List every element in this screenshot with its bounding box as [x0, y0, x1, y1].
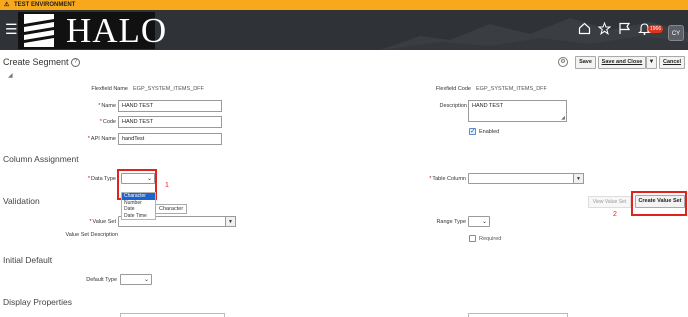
logo-text: HALO: [66, 11, 168, 50]
column-assignment-heading: Column Assignment: [3, 154, 79, 164]
required-marker: *: [87, 136, 90, 142]
data-type-options-list: Character Number Date Date Time: [121, 192, 156, 220]
environment-banner: ⚠ TEST ENVIRONMENT: [0, 0, 688, 10]
table-column-select[interactable]: ▼: [468, 173, 584, 184]
flexfield-name-value: EGP_SYSTEM_ITEMS_DFF: [133, 86, 204, 92]
save-and-close-button[interactable]: Save and Close: [598, 56, 646, 69]
code-label: *Code: [80, 119, 116, 125]
required-checkbox[interactable]: [469, 235, 476, 242]
table-column-label: *Table Column: [420, 176, 466, 182]
home-icon[interactable]: [578, 22, 591, 35]
save-button[interactable]: Save: [575, 56, 596, 69]
required-label: Required: [479, 236, 502, 242]
api-name-label-text: API Name: [90, 136, 116, 142]
option-tooltip: Character: [155, 204, 188, 214]
initial-default-heading: Initial Default: [3, 255, 53, 265]
display-properties-heading: Display Properties: [3, 297, 72, 307]
environment-banner-text: TEST ENVIRONMENT: [14, 2, 76, 8]
code-label-text: Code: [102, 119, 116, 125]
chevron-down-icon: ⌄: [143, 277, 149, 283]
default-type-select[interactable]: ⌄: [120, 274, 152, 285]
dropdown-arrow-icon[interactable]: ▼: [573, 173, 584, 184]
annotation-marker-2: 2: [613, 211, 617, 218]
cancel-label: Cancel: [662, 59, 682, 65]
enabled-label: Enabled: [479, 129, 500, 135]
cutoff-field-left: [120, 313, 225, 317]
page-title: Create Segment: [3, 57, 69, 67]
user-avatar[interactable]: CY: [668, 25, 684, 41]
description-text: HAND TEST: [472, 103, 504, 109]
data-type-label: *Data Type: [70, 176, 116, 182]
data-type-option-date-time[interactable]: Date Time: [122, 213, 155, 220]
dropdown-arrow-icon[interactable]: ▼: [225, 216, 236, 227]
description-textarea[interactable]: HAND TEST ◢: [468, 100, 567, 122]
table-column-label-text: Table Column: [432, 176, 466, 182]
collapse-triangle-icon[interactable]: ◢: [8, 72, 13, 79]
name-label-text: Name: [101, 103, 116, 109]
required-marker: *: [87, 176, 91, 182]
warning-icon: ⚠: [4, 2, 10, 8]
name-input[interactable]: HAND TEST: [118, 100, 222, 112]
chevron-down-icon: ⌄: [481, 219, 487, 225]
required-marker: *: [99, 119, 102, 125]
star-icon[interactable]: [598, 22, 611, 35]
global-header: ☰ HALO 1966 CY: [0, 10, 688, 50]
flexfield-code-label: Flexfield Code: [435, 86, 471, 92]
data-type-label-text: Data Type: [91, 176, 116, 182]
value-set-label: *Value Set: [70, 219, 116, 225]
halo-logo[interactable]: HALO: [18, 12, 166, 49]
range-type-label: Range Type: [436, 219, 466, 225]
cancel-button[interactable]: Cancel: [659, 56, 685, 69]
name-label: *Name: [80, 103, 116, 109]
create-value-set-highlight-box: [631, 191, 687, 216]
flexfield-name-label: Flexfield Name: [91, 86, 128, 92]
validation-heading: Validation: [3, 196, 40, 206]
enabled-checkbox[interactable]: [469, 127, 476, 135]
description-label: Description: [439, 103, 467, 109]
resize-grip-icon[interactable]: ◢: [561, 115, 565, 121]
required-marker: *: [98, 103, 101, 109]
code-input[interactable]: HAND TEST: [118, 116, 222, 128]
notification-badge[interactable]: 1966: [648, 25, 664, 33]
range-type-select[interactable]: ⌄: [468, 216, 490, 227]
api-name-input[interactable]: handTest: [118, 133, 222, 145]
api-name-label: *API Name: [70, 136, 116, 142]
view-value-set-button[interactable]: View Value Set: [588, 196, 631, 208]
logo-stripes-icon: [24, 14, 54, 47]
settings-icon[interactable]: ⚙: [558, 57, 568, 67]
cutoff-field-right: [468, 313, 568, 317]
menu-icon[interactable]: ☰: [5, 22, 18, 36]
flag-icon[interactable]: [618, 22, 631, 35]
required-marker: *: [89, 219, 92, 225]
flexfield-code-value: EGP_SYSTEM_ITEMS_DFF: [476, 86, 547, 92]
default-type-label: Default Type: [86, 277, 117, 283]
save-and-close-label: Save and Close: [601, 59, 643, 65]
save-options-dropdown[interactable]: ▼: [646, 56, 657, 69]
value-set-label-text: Value Set: [92, 219, 116, 225]
value-set-description-label: Value Set Description: [65, 232, 118, 238]
annotation-marker-1: 1: [165, 182, 169, 189]
help-icon[interactable]: ?: [71, 58, 80, 67]
